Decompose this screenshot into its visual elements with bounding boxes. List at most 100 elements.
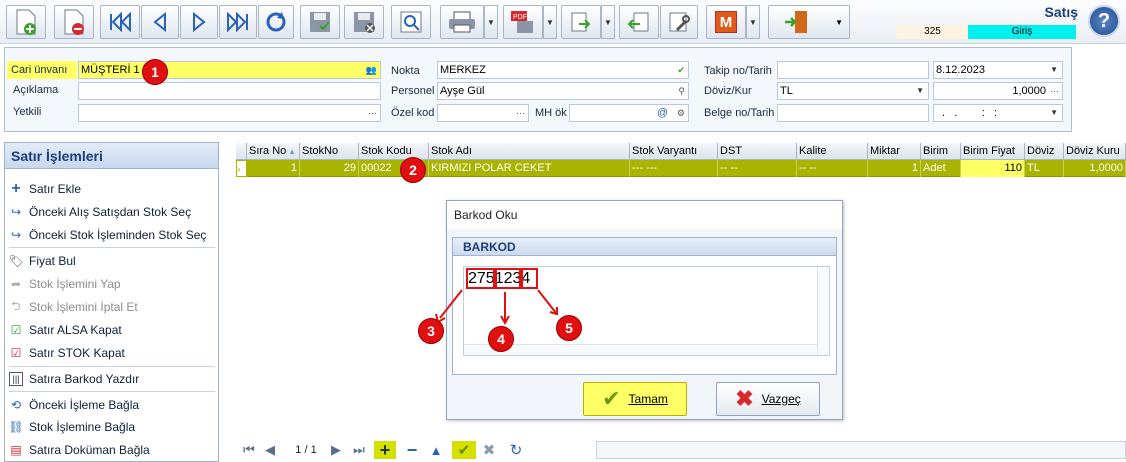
pdf-dropdown[interactable]: ▼ — [543, 5, 557, 39]
vertical-scrollbar[interactable] — [817, 267, 829, 355]
doviz-select[interactable]: TL ▼ — [777, 82, 929, 100]
chevron-down-icon[interactable]: ▼ — [1050, 105, 1058, 121]
table-row[interactable]: › 1 29 00022 KIRMIZI POLAR CEKET --- ---… — [236, 160, 1126, 177]
cancel-stock-operation-item[interactable]: ⮌ Stok İşlemini İptal Et — [9, 297, 138, 317]
ok-button[interactable]: ✔ Tamam — [583, 382, 687, 416]
cancel-button[interactable]: ✖ Vazgeç — [716, 382, 820, 416]
exit-button[interactable]: ▼ — [768, 5, 850, 39]
close-stok-item[interactable]: ☑ Satır STOK Kapat — [9, 343, 125, 363]
column-header[interactable]: Birim — [921, 143, 961, 160]
next-record-button[interactable] — [180, 5, 218, 39]
cell-dst[interactable]: -- -- — [718, 160, 797, 177]
column-header[interactable]: Kalite — [797, 143, 868, 160]
people-icon[interactable]: 👥 — [366, 62, 377, 78]
cell-stok-varyanti[interactable]: --- --- — [630, 160, 718, 177]
mh-ok-field[interactable]: @ ⚙ — [569, 104, 689, 122]
up-arrow-icon[interactable]: ▲ — [428, 441, 444, 459]
aciklama-field[interactable] — [78, 82, 381, 100]
cell-doviz[interactable]: TL — [1025, 160, 1064, 177]
prev-page-icon[interactable]: ◀ — [262, 441, 278, 459]
chevron-down-icon[interactable]: ▼ — [1050, 62, 1058, 78]
find-price-item[interactable]: 🏷 Fiyat Bul — [8, 251, 75, 271]
column-header[interactable]: Sıra No ▲ — [247, 143, 300, 160]
cell-birim[interactable]: Adet — [921, 160, 961, 177]
barcode-part-2: 123 — [492, 268, 524, 289]
personel-field[interactable]: Ayşe Gül ⚲ — [437, 82, 689, 100]
first-page-icon[interactable]: ⏮ — [240, 441, 258, 459]
column-header[interactable]: Döviz Kuru — [1064, 143, 1126, 160]
at-sign-icon[interactable]: @ — [657, 105, 668, 121]
save-button[interactable] — [300, 5, 340, 39]
takip-no-field[interactable] — [777, 61, 929, 79]
ellipsis-icon[interactable]: ··· — [516, 105, 525, 121]
belge-date-field[interactable]: . . : : ▼ — [933, 104, 1063, 122]
select-from-previous-sale-item[interactable]: ↪ Önceki Alış Satışdan Stok Seç — [9, 202, 191, 222]
column-header[interactable]: DST — [718, 143, 797, 160]
delete-document-button[interactable] — [54, 5, 94, 39]
import-button[interactable] — [619, 5, 659, 39]
column-header[interactable]: Miktar — [868, 143, 921, 160]
cell-miktar[interactable]: 1 — [868, 160, 921, 177]
preview-button[interactable] — [391, 5, 431, 39]
person-search-icon[interactable]: ⚲ — [678, 83, 685, 99]
export-dropdown[interactable]: ▼ — [601, 5, 615, 39]
horizontal-scrollbar[interactable] — [596, 441, 1126, 459]
ozel-kod-field[interactable]: ··· — [437, 104, 529, 122]
refresh-icon[interactable]: ↻ — [506, 441, 526, 459]
nokta-field[interactable]: MERKEZ ✔ — [437, 61, 689, 79]
check-icon[interactable]: ✔ — [677, 62, 685, 78]
ellipsis-icon[interactable]: ··· — [1050, 83, 1059, 99]
link-stock-operation-item[interactable]: ⛓ Stok İşlemine Bağla — [8, 417, 135, 437]
select-from-previous-stock-item[interactable]: ↪ Önceki Stok İşleminden Stok Seç — [9, 225, 206, 245]
first-record-button[interactable] — [100, 5, 140, 39]
last-page-icon[interactable]: ⏭ — [348, 441, 370, 459]
print-dropdown[interactable]: ▼ — [484, 5, 498, 39]
horizontal-scrollbar[interactable] — [464, 344, 817, 355]
add-row-icon[interactable]: + — [374, 440, 396, 460]
yetkili-field[interactable]: ··· — [78, 104, 381, 122]
cell-birim-fiyat[interactable]: 110 — [961, 160, 1025, 177]
next-page-icon[interactable]: ▶ — [328, 441, 344, 459]
cell-stok-adi[interactable]: KIRMIZI POLAR CEKET — [429, 160, 630, 177]
column-header[interactable]: Stok Varyantı — [630, 143, 718, 160]
kur-field[interactable]: 1,0000 ··· — [933, 82, 1063, 100]
cari-field[interactable]: MÜŞTERİ 1 👥 — [78, 61, 381, 79]
mail-settings-icon[interactable]: ⚙ — [677, 105, 685, 121]
save-close-button[interactable] — [344, 5, 384, 39]
cell-kalite[interactable]: -- -- — [797, 160, 868, 177]
chevron-down-icon[interactable]: ▼ — [916, 83, 924, 99]
m-dropdown[interactable]: ▼ — [746, 5, 760, 39]
link-icon: ⟲ — [10, 398, 22, 412]
column-header[interactable]: Stok Adı — [429, 143, 630, 160]
tools-button[interactable] — [660, 5, 698, 39]
column-header[interactable]: StokNo — [300, 143, 359, 160]
last-record-button[interactable] — [219, 5, 257, 39]
help-button[interactable]: ? — [1088, 5, 1120, 37]
link-document-item[interactable]: ▤ Satıra Doküman Bağla — [9, 440, 149, 460]
new-document-button[interactable] — [6, 5, 46, 39]
link-previous-operation-item[interactable]: ⟲ Önceki İşleme Bağla — [9, 395, 139, 415]
print-barcode-item[interactable]: ||| Satıra Barkod Yazdır — [9, 369, 139, 389]
ellipsis-icon[interactable]: ··· — [368, 105, 377, 121]
takip-date-field[interactable]: 8.12.2023 ▼ — [933, 61, 1063, 79]
export-button[interactable] — [561, 5, 601, 39]
m-button[interactable]: M — [706, 5, 746, 39]
previous-record-button[interactable] — [141, 5, 179, 39]
cancel-x-icon[interactable]: ✖ — [480, 441, 498, 459]
do-stock-operation-item[interactable]: ➦ Stok İşlemini Yap — [9, 274, 121, 294]
cell-sira-no[interactable]: 1 — [247, 160, 300, 177]
confirm-check-icon[interactable]: ✔ — [452, 441, 476, 459]
column-header[interactable]: Döviz — [1025, 143, 1064, 160]
close-alsa-item[interactable]: ☑ Satır ALSA Kapat — [9, 320, 122, 340]
refresh-button[interactable] — [258, 5, 294, 39]
print-button[interactable] — [440, 5, 484, 39]
cell-doviz-kuru[interactable]: 1,0000 — [1064, 160, 1126, 177]
barcode-input[interactable]: 2751234 — [463, 266, 830, 356]
column-header[interactable]: Birim Fiyat — [961, 143, 1025, 160]
cell-stok-no[interactable]: 29 — [300, 160, 359, 177]
price-tag-icon: 🏷 — [8, 254, 24, 268]
belge-no-field[interactable] — [777, 104, 929, 122]
pdf-button[interactable]: PDF — [503, 5, 543, 39]
remove-row-icon[interactable]: − — [402, 440, 422, 460]
add-row-item[interactable]: + Satır Ekle — [9, 179, 81, 199]
